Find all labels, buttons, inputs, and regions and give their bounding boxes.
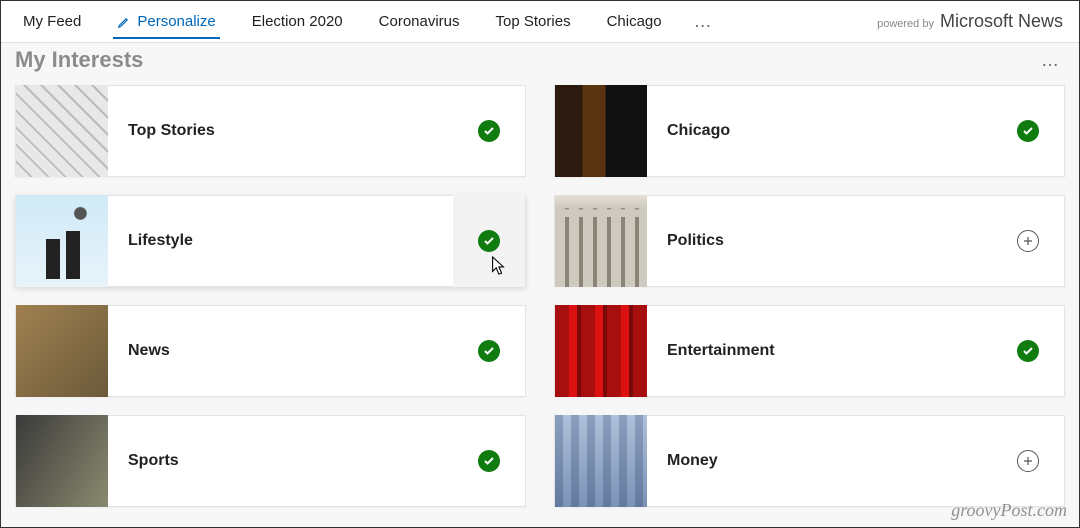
interest-selected-toggle[interactable] xyxy=(453,195,525,287)
interest-thumbnail xyxy=(555,195,647,287)
interest-thumbnail xyxy=(16,85,108,177)
interest-thumbnail xyxy=(16,305,108,397)
nav-tab-election-2020[interactable]: Election 2020 xyxy=(234,1,361,43)
interest-title: News xyxy=(108,342,453,360)
interest-title: Chicago xyxy=(647,122,992,140)
powered-by-brand: Microsoft News xyxy=(940,11,1063,32)
interest-thumbnail xyxy=(16,415,108,507)
nav-more-button[interactable]: … xyxy=(680,1,728,43)
interest-title: Sports xyxy=(108,452,453,470)
nav-tab-coronavirus[interactable]: Coronavirus xyxy=(361,1,478,43)
interest-selected-toggle[interactable] xyxy=(992,305,1064,397)
check-circle-icon xyxy=(1017,120,1039,142)
interest-title: Lifestyle xyxy=(108,232,453,250)
nav-tab-label: Chicago xyxy=(607,13,662,30)
interest-card-entertainment[interactable]: Entertainment xyxy=(554,305,1065,397)
nav-tabs: My Feed Personalize Election 2020 Coronavir… xyxy=(5,1,680,43)
check-circle-icon xyxy=(478,120,500,142)
interest-add-toggle[interactable] xyxy=(992,195,1064,287)
section-more-button[interactable]: … xyxy=(1041,50,1065,71)
plus-circle-icon xyxy=(1017,230,1039,252)
nav-tab-label: My Feed xyxy=(23,13,81,30)
top-nav-bar: My Feed Personalize Election 2020 Coronavir… xyxy=(1,1,1079,43)
check-circle-icon xyxy=(478,450,500,472)
check-circle-icon xyxy=(478,230,500,252)
app-frame: My Feed Personalize Election 2020 Coronavir… xyxy=(0,0,1080,528)
interest-thumbnail xyxy=(555,305,647,397)
nav-tab-chicago[interactable]: Chicago xyxy=(589,1,680,43)
interest-title: Top Stories xyxy=(108,122,453,140)
interest-selected-toggle[interactable] xyxy=(453,305,525,397)
nav-tab-label: Coronavirus xyxy=(379,13,460,30)
interests-grid: Top Stories Chicago Lifestyle Politics News E… xyxy=(1,75,1079,521)
section-title: My Interests xyxy=(15,47,143,73)
interest-card-top-stories[interactable]: Top Stories xyxy=(15,85,526,177)
powered-by: powered by Microsoft News xyxy=(877,11,1069,32)
pencil-icon xyxy=(117,15,131,29)
interest-title: Politics xyxy=(647,232,992,250)
interest-card-politics[interactable]: Politics xyxy=(554,195,1065,287)
powered-by-label: powered by xyxy=(877,18,934,30)
plus-circle-icon xyxy=(1017,450,1039,472)
interest-card-sports[interactable]: Sports xyxy=(15,415,526,507)
interest-card-news[interactable]: News xyxy=(15,305,526,397)
section-header-row: My Interests … xyxy=(1,43,1079,75)
interest-selected-toggle[interactable] xyxy=(453,85,525,177)
nav-tab-my-feed[interactable]: My Feed xyxy=(5,1,99,43)
interest-card-chicago[interactable]: Chicago xyxy=(554,85,1065,177)
nav-tab-label: Election 2020 xyxy=(252,13,343,30)
check-circle-icon xyxy=(1017,340,1039,362)
check-circle-icon xyxy=(478,340,500,362)
interest-thumbnail xyxy=(16,195,108,287)
nav-tab-label: Personalize xyxy=(137,13,215,30)
interest-title: Entertainment xyxy=(647,342,992,360)
interest-selected-toggle[interactable] xyxy=(992,85,1064,177)
interest-selected-toggle[interactable] xyxy=(453,415,525,507)
interest-add-toggle[interactable] xyxy=(992,415,1064,507)
nav-tab-label: Top Stories xyxy=(496,13,571,30)
interest-thumbnail xyxy=(555,415,647,507)
interest-card-lifestyle[interactable]: Lifestyle xyxy=(15,195,526,287)
interest-title: Money xyxy=(647,452,992,470)
interest-card-money[interactable]: Money xyxy=(554,415,1065,507)
nav-tab-personalize[interactable]: Personalize xyxy=(99,1,233,43)
nav-tab-top-stories[interactable]: Top Stories xyxy=(478,1,589,43)
interest-thumbnail xyxy=(555,85,647,177)
